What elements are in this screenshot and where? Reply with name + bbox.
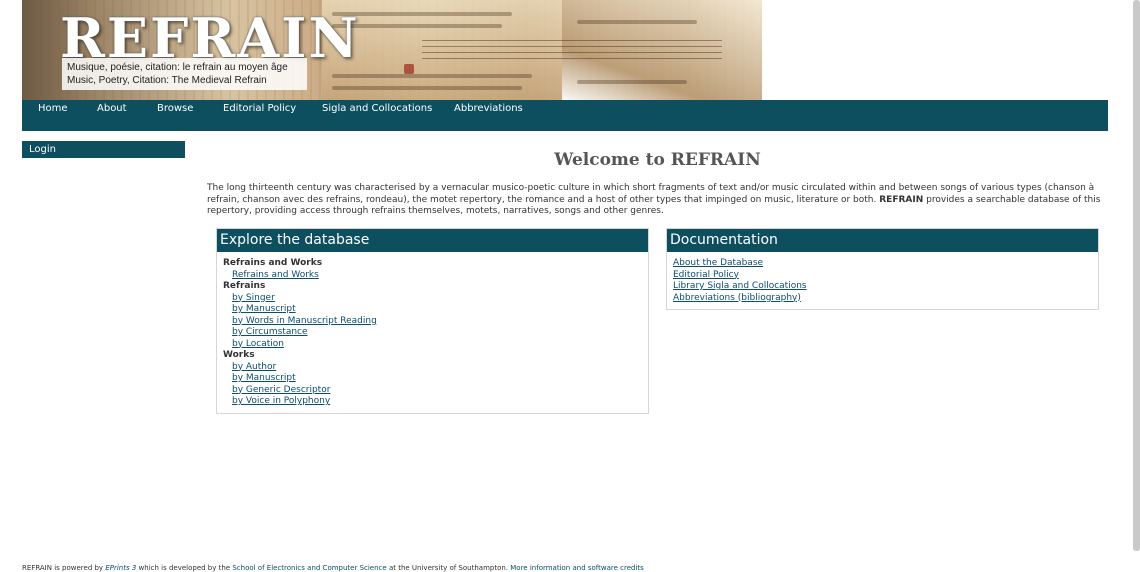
manuscript-text-line (332, 74, 532, 78)
footer-school-link[interactable]: School of Electronics and Computer Scien… (232, 564, 386, 572)
manuscript-text-line (332, 86, 522, 90)
link-abbreviations-bibliography[interactable]: Abbreviations (bibliography) (673, 293, 1092, 305)
link-works-by-voice-in-polyphony[interactable]: by Voice in Polyphony (223, 396, 642, 408)
site-banner: REFRAIN Musique, poésie, citation: le re… (22, 0, 762, 100)
section-heading-refrains-and-works: Refrains and Works (223, 258, 323, 268)
link-library-sigla[interactable]: Library Sigla and Collocations (673, 281, 1092, 293)
documentation-body: About the Database Editorial Policy Libr… (667, 252, 1098, 310)
nav-sigla-collocations[interactable]: Sigla and Collocations (322, 103, 432, 114)
staff-line (422, 58, 722, 59)
link-refrains-by-circumstance[interactable]: by Circumstance (223, 327, 642, 339)
nav-home[interactable]: Home (38, 103, 68, 114)
link-editorial-policy[interactable]: Editorial Policy (673, 270, 1092, 282)
page-scrollbar[interactable] (1133, 0, 1140, 551)
nav-browse[interactable]: Browse (157, 103, 193, 114)
page-footer: REFRAIN is powered by EPrints 3 which is… (22, 564, 644, 572)
intro-bold-refrain: REFRAIN (879, 194, 924, 205)
documentation-box: Documentation About the Database Editori… (666, 228, 1099, 310)
footer-text-1: REFRAIN is powered by (22, 564, 104, 572)
main-nav: Home About Browse Editorial Policy Sigla… (22, 100, 1108, 131)
tagline-french: Musique, poésie, citation: le refrain au… (67, 62, 288, 73)
link-works-by-generic-descriptor[interactable]: by Generic Descriptor (223, 385, 642, 397)
staff-line (422, 46, 722, 47)
nav-about[interactable]: About (97, 103, 127, 114)
manuscript-text-line (577, 80, 687, 84)
link-refrains-by-singer[interactable]: by Singer (223, 293, 642, 305)
site-tagline: Musique, poésie, citation: le refrain au… (62, 58, 307, 90)
footer-more-info-link[interactable]: More information and software credits (510, 564, 644, 572)
manuscript-text-line (577, 20, 697, 24)
documentation-heading: Documentation (667, 229, 1098, 252)
explore-database-heading: Explore the database (217, 229, 648, 252)
link-works-by-author[interactable]: by Author (223, 362, 642, 374)
staff-line (422, 52, 722, 53)
footer-text-3: at the University of Southampton. (388, 564, 509, 572)
intro-paragraph: The long thirteenth century was characte… (207, 183, 1108, 218)
section-heading-refrains: Refrains (223, 281, 266, 291)
staff-line (422, 40, 722, 41)
section-heading-works: Works (223, 350, 255, 360)
nav-abbreviations[interactable]: Abbreviations (454, 103, 523, 114)
footer-text-2: which is developed by the (138, 564, 231, 572)
login-link[interactable]: Login (22, 141, 185, 158)
manuscript-page-image-2 (562, 0, 762, 100)
illumination-mark (404, 64, 414, 74)
link-refrains-by-location[interactable]: by Location (223, 339, 642, 351)
link-refrains-by-words[interactable]: by Words in Manuscript Reading (223, 316, 642, 328)
link-about-database[interactable]: About the Database (673, 258, 1092, 270)
nav-editorial-policy[interactable]: Editorial Policy (223, 103, 296, 114)
page-title: Welcome to REFRAIN (554, 150, 761, 170)
link-works-by-manuscript[interactable]: by Manuscript (223, 373, 642, 385)
footer-eprints-link[interactable]: EPrints 3 (105, 564, 136, 572)
tagline-english: Music, Poetry, Citation: The Medieval Re… (67, 75, 267, 86)
explore-database-box: Explore the database Refrains and Works … (216, 228, 649, 414)
link-refrains-and-works[interactable]: Refrains and Works (223, 270, 642, 282)
link-refrains-by-manuscript[interactable]: by Manuscript (223, 304, 642, 316)
explore-database-body: Refrains and Works Refrains and Works Re… (217, 252, 648, 414)
